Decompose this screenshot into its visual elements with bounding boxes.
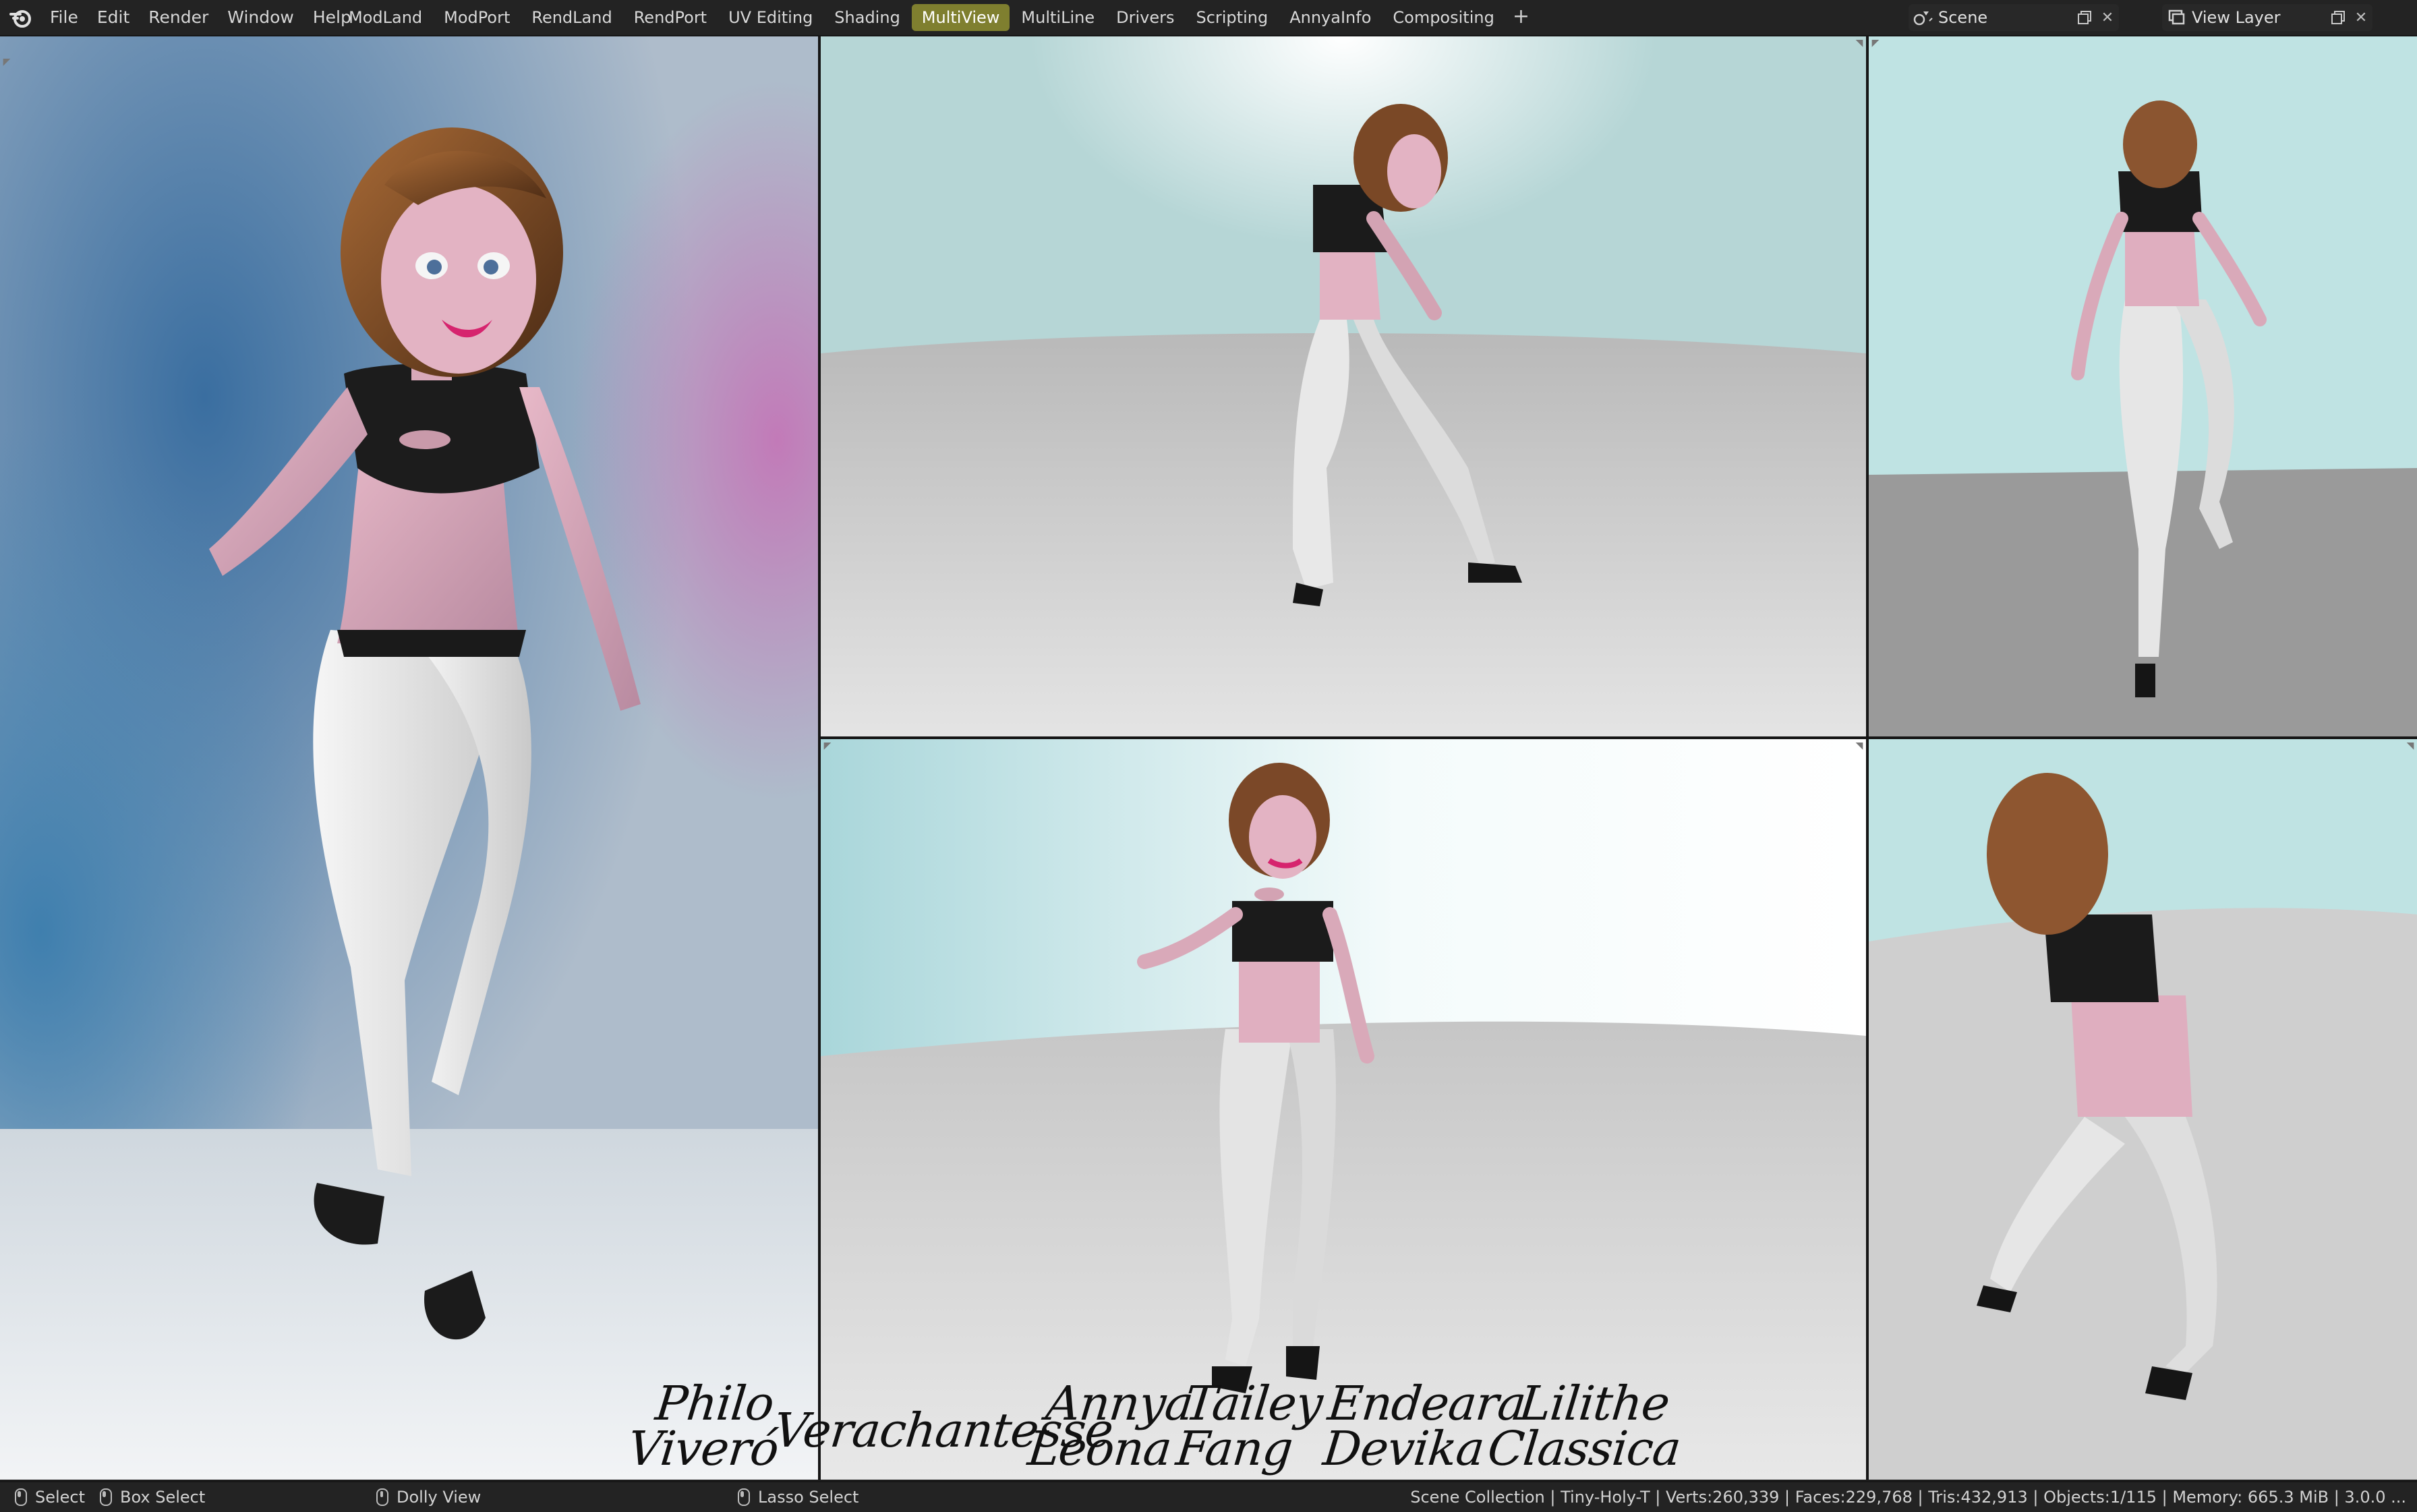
menu-window[interactable]: Window [218, 4, 303, 31]
status-box-select-label: Box Select [120, 1488, 206, 1507]
signature-line: Fang [1173, 1420, 1295, 1476]
render-viewport-main[interactable]: ◤ [0, 36, 818, 1480]
view-layer-selector[interactable]: View Layer ✕ [2162, 4, 2372, 31]
status-dolly-view-label: Dolly View [397, 1488, 482, 1507]
view-layer-name[interactable]: View Layer [2192, 8, 2327, 27]
status-lasso-select-label: Lasso Select [758, 1488, 859, 1507]
signature-line: Tailey [1182, 1376, 1325, 1431]
mouse-left-icon [100, 1488, 112, 1506]
tab-rendport[interactable]: RendPort [624, 4, 717, 31]
signature-line: Classica [1485, 1420, 1683, 1476]
render-image-side-pose [821, 36, 1866, 736]
status-select-label: Select [35, 1488, 86, 1507]
signature-line: Philo [653, 1376, 776, 1431]
status-dolly-view: Dolly View [376, 1482, 481, 1512]
status-box-select: Box Select [100, 1482, 205, 1512]
signature-line: Lilithe [1517, 1376, 1672, 1431]
tab-uv-editing[interactable]: UV Editing [718, 4, 823, 31]
signature-lilithe-classica: Lilithe Classica [1485, 1376, 1687, 1476]
copy-icon[interactable] [2327, 4, 2350, 31]
status-select: Select [15, 1482, 85, 1512]
render-image-front-studio [821, 739, 1866, 1480]
tab-shading[interactable]: Shading [824, 4, 910, 31]
menu-edit[interactable]: Edit [88, 4, 139, 31]
copy-icon[interactable] [2073, 4, 2096, 31]
viewport-rear-view[interactable]: ◥ [1869, 739, 2417, 1480]
viewport-front-view[interactable]: ◤ ◥ [821, 739, 1866, 1480]
tab-rendland[interactable]: RendLand [521, 4, 622, 31]
workspace-tabs: ModLand ModPort RendLand RendPort UV Edi… [339, 4, 1536, 31]
render-image-rear-pose [1869, 739, 2417, 1480]
signature-line: Annya [1043, 1376, 1196, 1431]
scene-name[interactable]: Scene [1938, 8, 2073, 27]
signature-tailey-fang: Tailey Fang [1173, 1376, 1325, 1476]
top-bar: File Edit Render Window Help ModLand Mod… [0, 0, 2417, 36]
main-menu: File Edit Render Window Help [0, 0, 361, 35]
area-corner-handle[interactable]: ◥ [1854, 38, 1865, 49]
menu-file[interactable]: File [40, 4, 88, 31]
viewport-back-view[interactable]: ◤ [1869, 36, 2417, 736]
mouse-left-icon [15, 1488, 27, 1506]
mouse-right-icon [738, 1488, 750, 1506]
mouse-middle-icon [376, 1488, 388, 1506]
close-icon[interactable]: ✕ [2096, 4, 2119, 31]
area-corner-handle[interactable]: ◤ [1, 57, 12, 67]
blender-logo-icon[interactable] [9, 6, 32, 29]
area-corner-handle[interactable]: ◤ [822, 740, 833, 751]
signature-philo-vivero: Philo Viveró [625, 1376, 785, 1476]
viewport-side-view[interactable]: ◥ [821, 36, 1866, 736]
menu-render[interactable]: Render [139, 4, 218, 31]
tab-modport[interactable]: ModPort [434, 4, 520, 31]
signature-line: Leona [1025, 1420, 1174, 1476]
signature-line: Viveró [625, 1420, 782, 1476]
view-layer-icon[interactable] [2162, 4, 2192, 31]
close-icon[interactable]: ✕ [2350, 4, 2372, 31]
status-lasso-select: Lasso Select [738, 1482, 858, 1512]
render-image-front-pose [0, 36, 818, 1480]
tab-modland[interactable]: ModLand [339, 4, 432, 31]
render-image-back-pose [1869, 36, 2417, 736]
scene-icon[interactable] [1909, 4, 1938, 31]
tab-drivers[interactable]: Drivers [1106, 4, 1184, 31]
tab-multiline[interactable]: MultiLine [1011, 4, 1105, 31]
status-bar: Select Box Select Dolly View Lasso Selec… [0, 1481, 2417, 1512]
tab-annyainfo[interactable]: AnnyaInfo [1279, 4, 1381, 31]
signature-annya-leona: Annya Leona [1025, 1376, 1196, 1476]
tab-compositing[interactable]: Compositing [1382, 4, 1504, 31]
scene-statistics: Scene Collection | Tiny-Holy-T | Verts:2… [1410, 1488, 2406, 1507]
area-corner-handle[interactable]: ◥ [2405, 740, 2416, 751]
scene-selector[interactable]: Scene ✕ [1909, 4, 2119, 31]
add-workspace-button[interactable]: + [1506, 4, 1536, 31]
tab-scripting[interactable]: Scripting [1186, 4, 1278, 31]
area-corner-handle[interactable]: ◤ [1870, 38, 1881, 49]
tab-multiview[interactable]: MultiView [911, 4, 1010, 31]
area-corner-handle[interactable]: ◥ [1854, 740, 1865, 751]
